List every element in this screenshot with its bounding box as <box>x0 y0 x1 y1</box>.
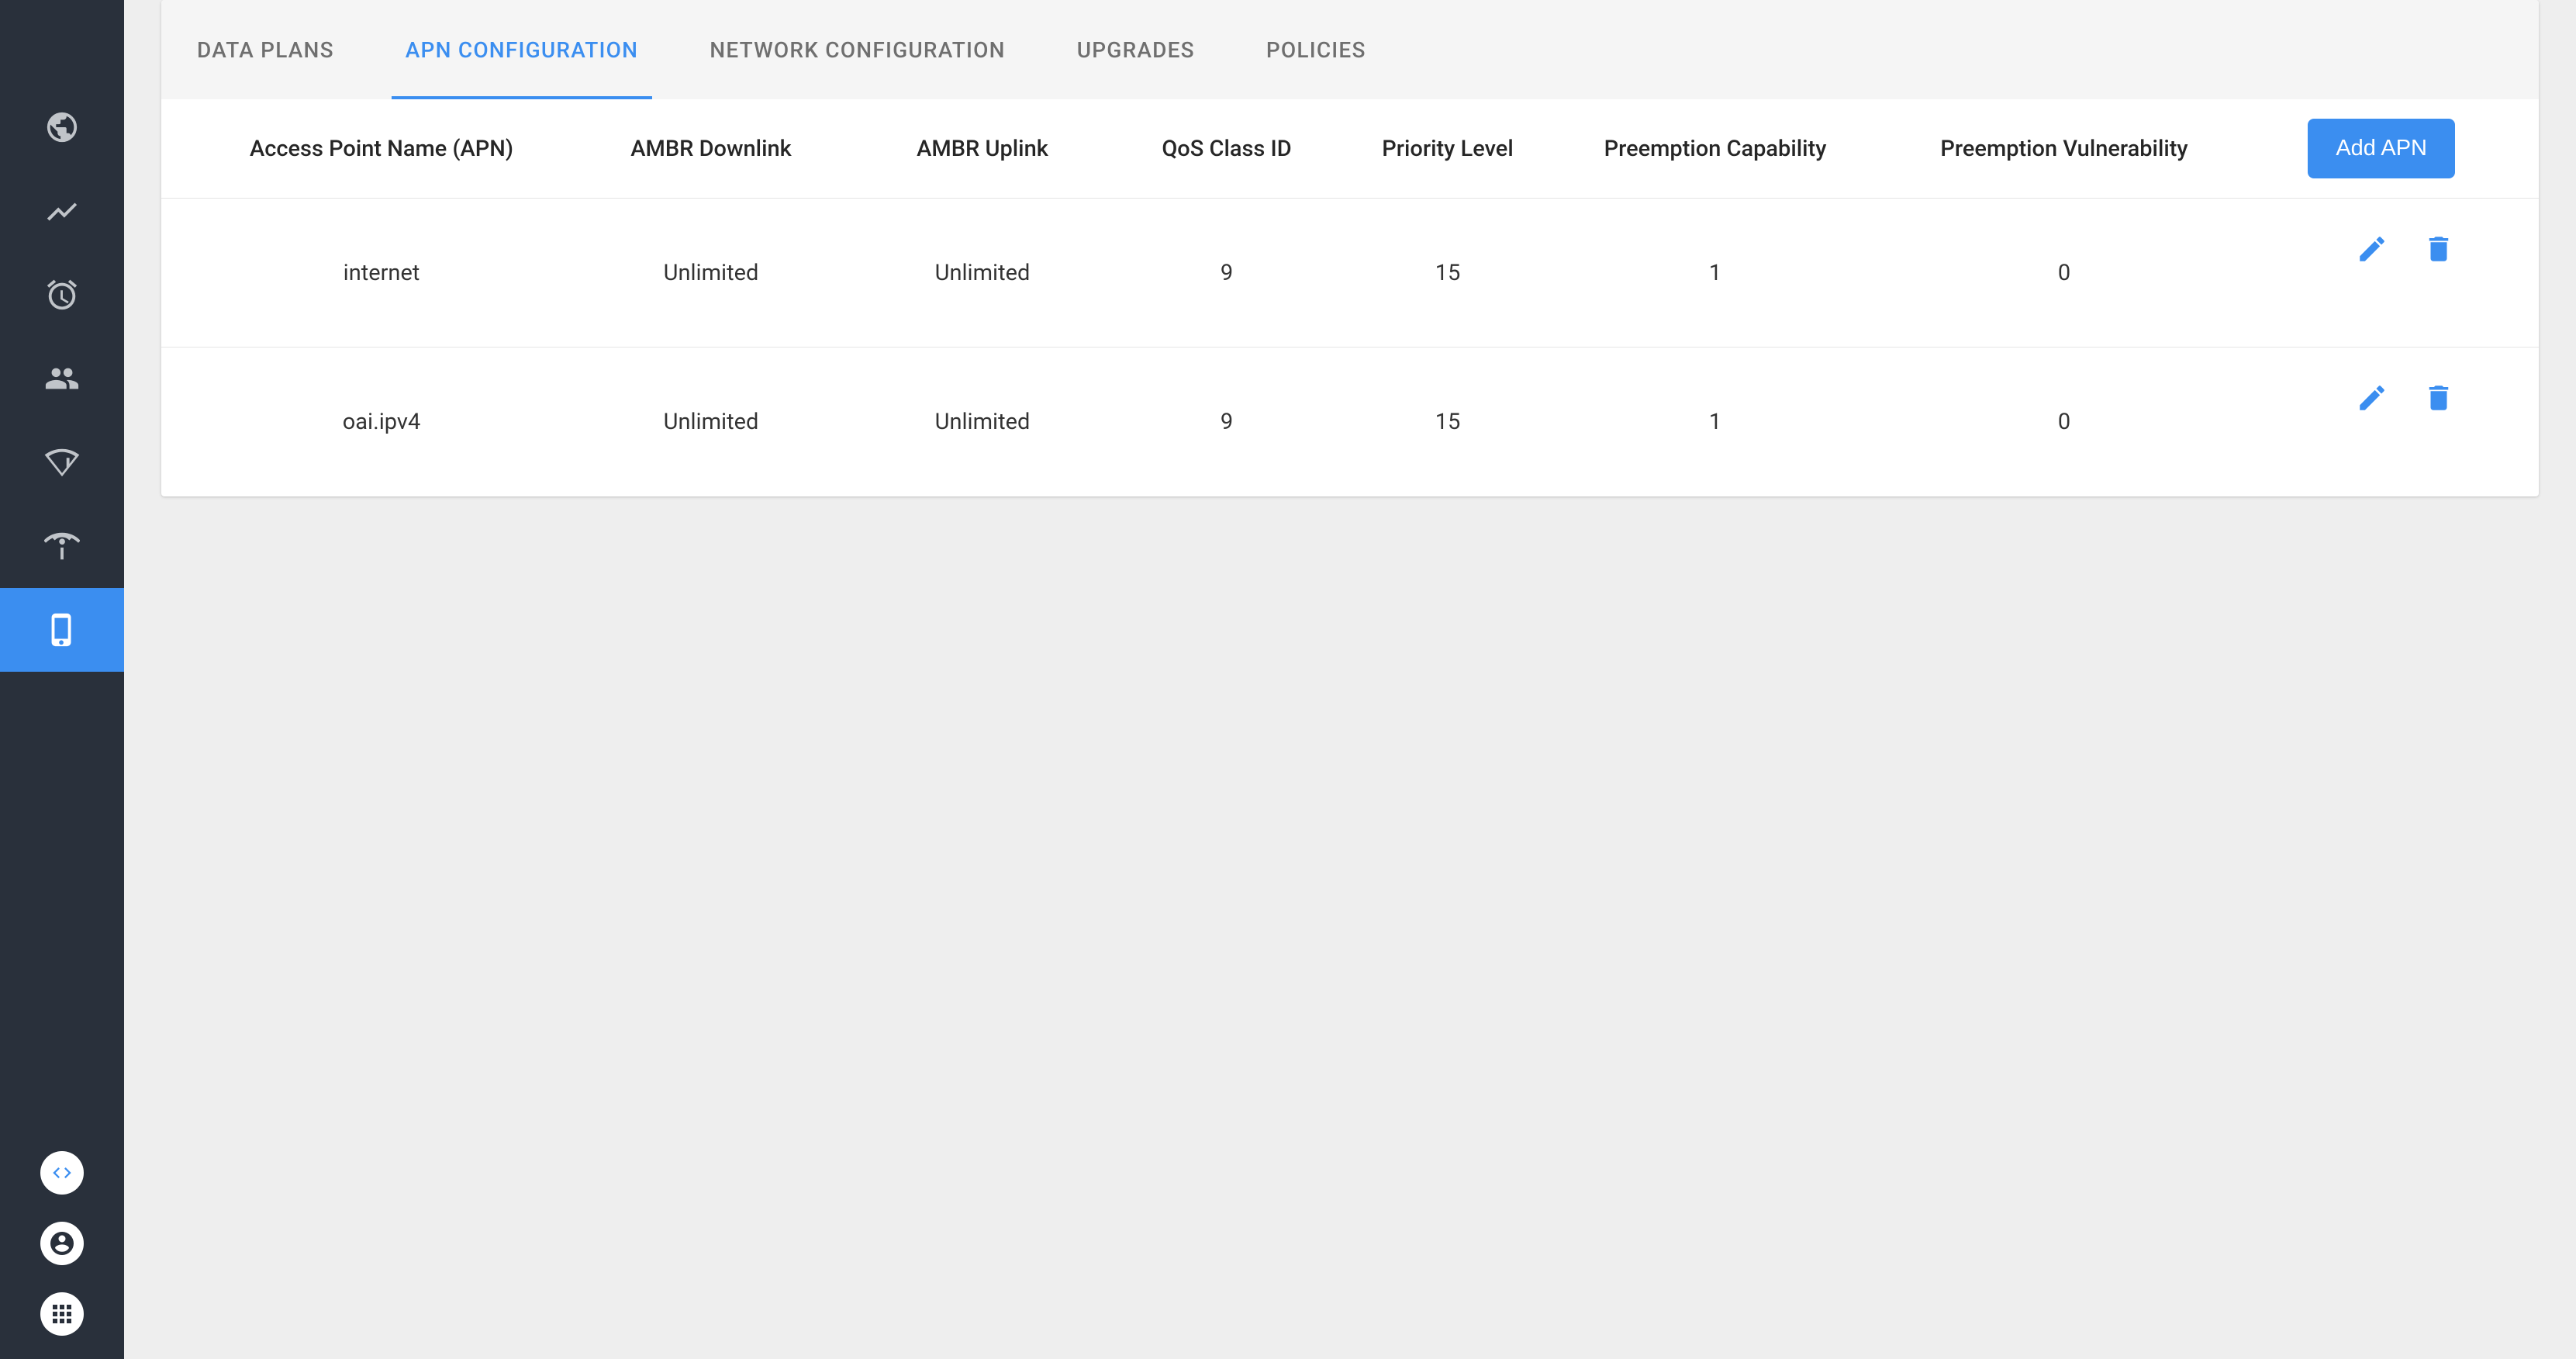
tab-bar: DATA PLANS APN CONFIGURATION NETWORK CON… <box>161 0 2539 99</box>
nav-apps[interactable] <box>40 1292 84 1336</box>
nav-phone[interactable] <box>0 588 124 672</box>
nav-code[interactable] <box>40 1151 84 1195</box>
nav-signal[interactable] <box>0 420 124 504</box>
col-header-preemption-vulnerability: Preemption Vulnerability <box>1878 136 2250 162</box>
edit-icon <box>2356 382 2388 414</box>
antenna-icon <box>44 528 80 564</box>
col-header-preemption-capability: Preemption Capability <box>1552 136 1878 162</box>
tab-upgrades[interactable]: UPGRADES <box>1041 0 1231 99</box>
cell-apn: internet <box>195 260 568 286</box>
people-icon <box>44 361 80 396</box>
cell-apn: oai.ipv4 <box>195 409 568 435</box>
cell-downlink: Unlimited <box>568 409 855 435</box>
nav-antenna[interactable] <box>0 504 124 588</box>
nav-account[interactable] <box>40 1222 84 1265</box>
tab-policies[interactable]: POLICIES <box>1231 0 1402 99</box>
nav-alarm[interactable] <box>0 253 124 337</box>
alarm-icon <box>44 277 80 313</box>
signal-icon <box>44 444 80 480</box>
cell-preemption-vulnerability: 0 <box>1878 409 2250 435</box>
cell-qos: 9 <box>1110 260 1343 286</box>
apps-icon <box>48 1300 76 1328</box>
delete-button[interactable] <box>2422 382 2455 414</box>
nav-globe[interactable] <box>0 85 124 169</box>
cell-uplink: Unlimited <box>855 409 1110 435</box>
edit-button[interactable] <box>2356 233 2388 265</box>
edit-icon <box>2356 233 2388 265</box>
cell-uplink: Unlimited <box>855 260 1110 286</box>
content-card: DATA PLANS APN CONFIGURATION NETWORK CON… <box>161 0 2539 496</box>
cell-preemption-vulnerability: 0 <box>1878 260 2250 286</box>
globe-icon <box>44 109 80 145</box>
col-header-apn: Access Point Name (APN) <box>195 136 568 162</box>
account-icon <box>48 1229 76 1257</box>
table-row: internet Unlimited Unlimited 9 15 1 0 <box>161 199 2539 348</box>
table-header: Access Point Name (APN) AMBR Downlink AM… <box>161 99 2539 199</box>
trending-icon <box>44 193 80 229</box>
edit-button[interactable] <box>2356 382 2388 414</box>
delete-icon <box>2422 233 2455 265</box>
cell-downlink: Unlimited <box>568 260 855 286</box>
tab-data-plans[interactable]: DATA PLANS <box>161 0 370 99</box>
cell-qos: 9 <box>1110 409 1343 435</box>
phone-icon <box>44 612 80 648</box>
nav-people[interactable] <box>0 337 124 420</box>
col-header-downlink: AMBR Downlink <box>568 136 855 162</box>
cell-priority: 15 <box>1343 409 1552 435</box>
cell-preemption-capability: 1 <box>1552 260 1878 286</box>
col-header-qos: QoS Class ID <box>1110 136 1343 162</box>
delete-button[interactable] <box>2422 233 2455 265</box>
sidebar <box>0 0 124 1359</box>
col-header-priority: Priority Level <box>1343 136 1552 162</box>
code-icon <box>51 1162 73 1184</box>
delete-icon <box>2422 382 2455 414</box>
table-row: oai.ipv4 Unlimited Unlimited 9 15 1 0 <box>161 348 2539 496</box>
col-header-uplink: AMBR Uplink <box>855 136 1110 162</box>
nav-trending[interactable] <box>0 169 124 253</box>
tab-apn-configuration[interactable]: APN CONFIGURATION <box>370 0 674 99</box>
add-apn-button[interactable]: Add APN <box>2308 119 2455 178</box>
cell-preemption-capability: 1 <box>1552 409 1878 435</box>
cell-priority: 15 <box>1343 260 1552 286</box>
tab-network-configuration[interactable]: NETWORK CONFIGURATION <box>674 0 1041 99</box>
main-content: DATA PLANS APN CONFIGURATION NETWORK CON… <box>124 0 2576 1359</box>
